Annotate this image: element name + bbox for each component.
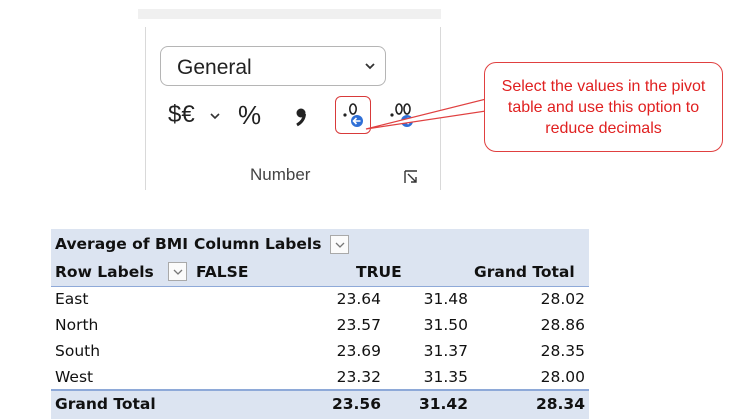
chevron-down-icon: [365, 63, 375, 70]
row-label: East: [55, 290, 89, 308]
cell-grand-total[interactable]: 28.35: [471, 338, 585, 364]
value-field-label: Average of BMI: [55, 235, 188, 253]
decrease-decimal-icon: [343, 103, 363, 127]
column-header-grand-total: Grand Total: [474, 263, 575, 281]
number-format-value: General: [177, 56, 252, 79]
total-grand-total[interactable]: 28.34: [471, 391, 585, 417]
table-row: South 23.69 31.37 28.35: [51, 338, 589, 364]
filter-dropdown-icon: [335, 242, 344, 248]
column-filter-button[interactable]: [330, 235, 349, 254]
comma-icon: [296, 108, 306, 127]
cell-grand-total[interactable]: 28.00: [471, 364, 585, 390]
currency-symbol: $€: [168, 101, 195, 128]
ribbon-top-strip: [138, 9, 441, 19]
grand-total-row: Grand Total 23.56 31.42 28.34: [51, 389, 589, 419]
number-group-label: Number: [250, 165, 311, 184]
currency-dropdown-chevron-icon[interactable]: [209, 110, 221, 122]
cell-true[interactable]: 31.35: [351, 364, 468, 390]
row-label: West: [55, 368, 94, 386]
column-labels-header: Column Labels: [194, 235, 322, 253]
column-header-false: FALSE: [196, 263, 249, 281]
number-format-dropdown[interactable]: General: [160, 46, 386, 86]
pivot-table[interactable]: Average of BMI Column Labels Row Labels …: [51, 229, 589, 419]
decrease-decimal-button[interactable]: [335, 96, 371, 134]
total-true[interactable]: 31.42: [351, 391, 468, 417]
percent-style-button[interactable]: %: [238, 100, 261, 130]
row-label: South: [55, 342, 101, 360]
increase-decimal-icon: [390, 103, 413, 127]
comma-style-button[interactable]: [291, 99, 311, 131]
row-labels-header: Row Labels: [55, 263, 154, 281]
table-row: East 23.64 31.48 28.02: [51, 286, 589, 312]
callout-text: Select the values in the pivot table and…: [501, 77, 706, 137]
grand-total-label: Grand Total: [55, 395, 156, 413]
cell-grand-total[interactable]: 28.86: [471, 312, 585, 338]
cell-grand-total[interactable]: 28.02: [471, 286, 585, 312]
pivot-header-row-1: Average of BMI Column Labels: [51, 229, 589, 258]
table-row: North 23.57 31.50 28.86: [51, 312, 589, 338]
cell-true[interactable]: 31.48: [351, 286, 468, 312]
percent-symbol: %: [238, 99, 262, 130]
pivot-header-row-2: Row Labels FALSE TRUE Grand Total: [51, 258, 589, 287]
dialog-launcher-icon[interactable]: [404, 170, 418, 184]
filter-dropdown-icon: [173, 269, 182, 275]
cell-true[interactable]: 31.37: [351, 338, 468, 364]
row-label: North: [55, 316, 99, 334]
column-header-true: TRUE: [356, 263, 402, 281]
table-row: West 23.32 31.35 28.00: [51, 364, 589, 390]
cell-true[interactable]: 31.50: [351, 312, 468, 338]
accounting-format-button[interactable]: $€: [168, 100, 195, 130]
increase-decimal-button[interactable]: [385, 96, 421, 134]
callout-box: Select the values in the pivot table and…: [484, 62, 723, 152]
row-filter-button[interactable]: [168, 262, 187, 281]
